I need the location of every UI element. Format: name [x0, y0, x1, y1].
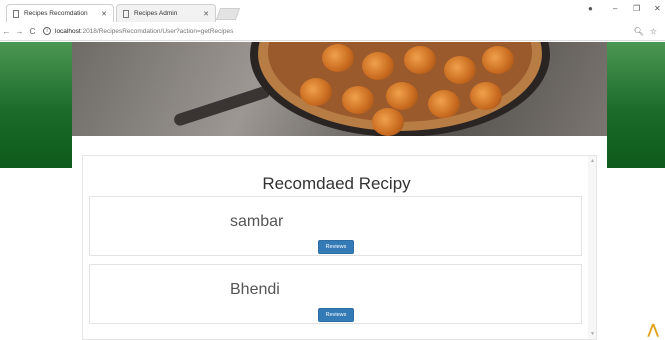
- apricot: [372, 108, 404, 136]
- close-icon[interactable]: ✕: [95, 10, 107, 18]
- restore-icon[interactable]: ❐: [633, 4, 640, 13]
- logo-icon: ⋀: [647, 321, 659, 337]
- apricot: [444, 56, 476, 84]
- apricot: [428, 90, 460, 118]
- section-title: Recomdaed Recipy: [262, 174, 411, 193]
- page-content: ▲ ▼ Recomdaed Recipy sambar Reviews Bhen…: [0, 42, 665, 340]
- document-icon: [123, 9, 129, 18]
- tab-recipes-recomdation[interactable]: Recipes Recomdation ✕: [6, 4, 114, 22]
- recipe-name: sambar: [230, 213, 284, 230]
- document-icon: [13, 9, 19, 18]
- hero-image: [72, 42, 607, 136]
- back-icon[interactable]: ←: [0, 27, 13, 36]
- apricot: [482, 46, 514, 74]
- forward-icon[interactable]: →: [13, 27, 26, 36]
- green-side-panel-left: [0, 42, 72, 168]
- close-window-icon[interactable]: ✕: [654, 4, 661, 13]
- close-icon[interactable]: ✕: [197, 10, 209, 18]
- recipe-card: sambar Reviews: [89, 196, 582, 256]
- url-path: :2018/RecipesRecomdation/User?action=get…: [80, 27, 234, 35]
- pan-handle: [172, 84, 272, 128]
- apricot: [404, 46, 436, 74]
- recipe-card: Bhendi Reviews: [89, 264, 582, 324]
- apricot: [470, 82, 502, 110]
- tab-label: Recipes Admin: [134, 10, 178, 17]
- scroll-up-icon[interactable]: ▲: [590, 158, 595, 164]
- apricot: [386, 82, 418, 110]
- bookmark-star-icon[interactable]: ☆: [650, 27, 657, 36]
- green-side-panel-right: [607, 42, 665, 168]
- recipe-name: Bhendi: [230, 281, 280, 298]
- tab-label: Recipes Recomdation: [24, 10, 88, 17]
- url-host: localhost: [55, 27, 81, 35]
- apricot: [362, 52, 394, 80]
- profile-icon[interactable]: ●: [588, 4, 593, 13]
- scroll-down-icon[interactable]: ▼: [590, 331, 595, 337]
- tab-recipes-admin[interactable]: Recipes Admin ✕: [116, 4, 216, 22]
- address-bar[interactable]: i localhost:2018/RecipesRecomdation/User…: [43, 24, 634, 38]
- apricot: [322, 44, 354, 72]
- apricot: [342, 86, 374, 114]
- apricot: [300, 78, 332, 106]
- browser-toolbar: ← → C i localhost:2018/RecipesRecomdatio…: [0, 22, 665, 41]
- minimize-icon[interactable]: –: [613, 4, 617, 13]
- info-icon[interactable]: i: [43, 27, 51, 35]
- browser-tab-strip: Recipes Recomdation ✕ Recipes Admin ✕ ● …: [0, 0, 665, 22]
- reviews-button[interactable]: Reviews: [318, 308, 354, 322]
- reviews-button[interactable]: Reviews: [318, 240, 354, 254]
- new-tab-button[interactable]: [215, 8, 241, 20]
- zoom-icon[interactable]: 🔍︎: [634, 27, 644, 36]
- reload-icon[interactable]: C: [26, 27, 39, 36]
- recommended-recipes-panel: ▲ ▼ Recomdaed Recipy sambar Reviews Bhen…: [82, 155, 597, 340]
